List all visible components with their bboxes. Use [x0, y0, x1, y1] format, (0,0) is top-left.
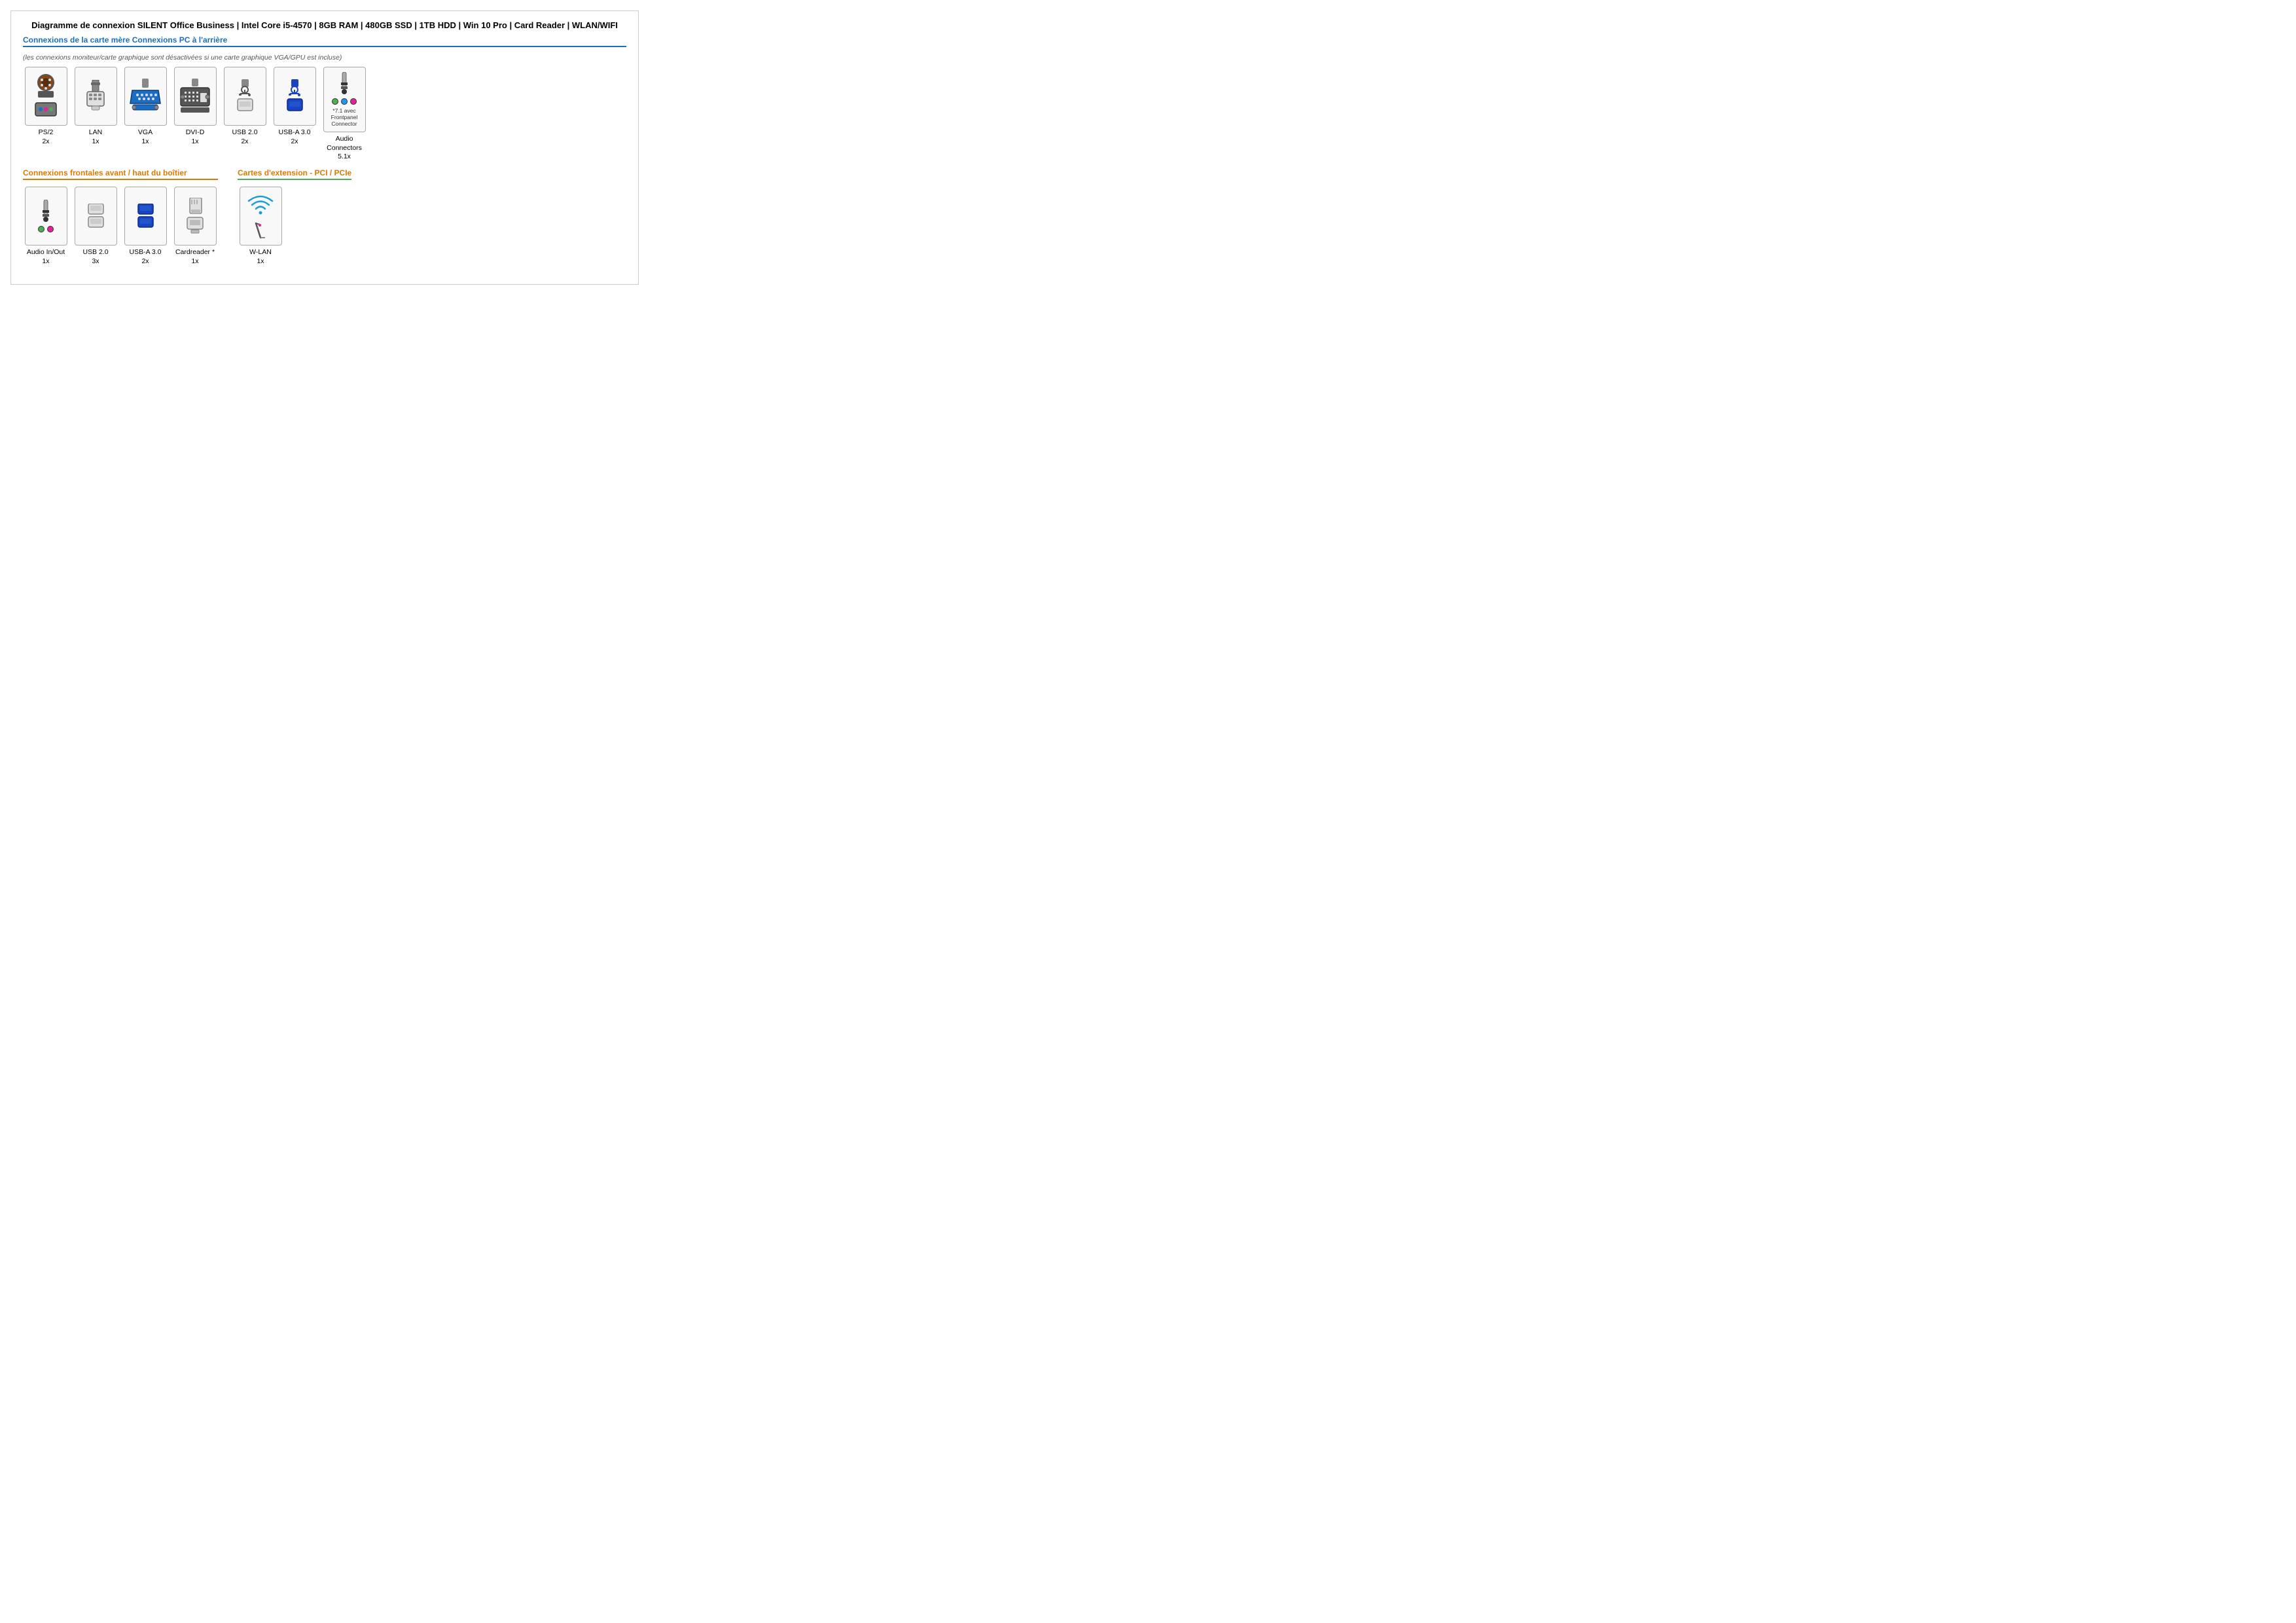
audio-front-dot-green [38, 226, 45, 232]
connector-usba3-front: USB-A 3.02x [122, 187, 168, 266]
connector-usba3-label: USB-A 3.02x [278, 128, 310, 146]
audio-dot-pink [350, 98, 357, 105]
connector-audio-label: AudioConnectors5.1x [327, 135, 362, 162]
connector-audio: *7.1 avecFrontpanelConnector AudioConnec… [321, 67, 367, 162]
section2-divider [23, 179, 218, 180]
ps2-bottom-icon [33, 101, 59, 119]
connector-usba3: USB-A 3.02x [272, 67, 317, 162]
connector-ps2: PS/2 2x [23, 67, 69, 162]
connector-audio-front-label: Audio In/Out1x [27, 248, 65, 266]
connector-lan-label: LAN1x [89, 128, 102, 146]
connector-vga-label: VGA1x [138, 128, 152, 146]
connector-lan-box [75, 67, 117, 126]
pci-section: Cartes d'extension - PCI / PCIe [238, 168, 351, 271]
front-connectors-row: Audio In/Out1x USB 2.03x [23, 187, 218, 266]
page-container: Diagramme de connexion SILENT Office Bus… [10, 10, 639, 285]
dvid-icon [179, 79, 211, 115]
audio-jack-icon [338, 72, 350, 96]
back-connectors-row: PS/2 2x [23, 67, 626, 162]
connector-audio-front: Audio In/Out1x [23, 187, 69, 266]
connector-cardreader-label: Cardreader *1x [175, 248, 215, 266]
section2-title: Connexions frontales avant / haut du boî… [23, 168, 218, 177]
connector-usba3-front-label: USB-A 3.02x [129, 248, 161, 266]
connector-usba3-front-box [124, 187, 167, 246]
audio-front-dot-pink [47, 226, 54, 232]
connector-usba3-box [274, 67, 316, 126]
connector-ps2-box [25, 67, 67, 126]
usb2-front-icon [84, 204, 107, 228]
connector-wlan: W-LAN1x [238, 187, 283, 266]
connector-wlan-box [240, 187, 282, 246]
connector-dvid-box [174, 67, 217, 126]
connector-usb2-front: USB 2.03x [73, 187, 118, 266]
connector-audio-box: *7.1 avecFrontpanelConnector [323, 67, 366, 132]
section1-title-part1: Connexions de la carte mère [23, 35, 130, 45]
section1-divider [23, 46, 626, 47]
usba3-front-icon [134, 204, 157, 228]
cardreader-icon [183, 198, 207, 234]
audio-dot-green [332, 98, 338, 105]
lan-icon [82, 80, 109, 113]
connector-usb2-front-label: USB 2.03x [82, 248, 108, 266]
bottom-sections: Connexions frontales avant / haut du boî… [23, 168, 626, 271]
connector-wlan-label: W-LAN1x [249, 248, 272, 266]
pci-connectors-row: W-LAN1x [238, 187, 351, 266]
audio-front-dots [38, 226, 54, 232]
audio-dots [332, 98, 357, 105]
connector-audio-front-box [25, 187, 67, 246]
section3-title: Cartes d'extension - PCI / PCIe [238, 168, 351, 177]
ps2-top-icon [33, 74, 59, 99]
audio-dot-blue [341, 98, 348, 105]
front-connectors-section: Connexions frontales avant / haut du boî… [23, 168, 218, 271]
connector-dvid: DVI-D1x [172, 67, 218, 162]
wlan-antenna-icon [251, 219, 270, 239]
connector-usb2-front-box [75, 187, 117, 246]
connector-vga: VGA1x [122, 67, 168, 162]
audio-front-jack-icon [40, 200, 52, 223]
audio-note: *7.1 avecFrontpanelConnector [331, 107, 358, 128]
connector-dvid-label: DVI-D1x [186, 128, 205, 146]
usb2-icon [234, 79, 257, 113]
section3-divider [238, 179, 351, 180]
connector-lan: LAN1x [73, 67, 118, 162]
connector-vga-box [124, 67, 167, 126]
usba3-icon [283, 79, 306, 113]
connector-cardreader-box [174, 187, 217, 246]
wlan-wifi-icon [247, 193, 274, 217]
vga-icon [129, 79, 162, 115]
section1-subtitle: (les connexions moniteur/carte graphique… [23, 54, 626, 62]
connector-usb2-box [224, 67, 266, 126]
connector-cardreader: Cardreader *1x [172, 187, 218, 266]
connector-usb2: USB 2.02x [222, 67, 268, 162]
back-connectors-section: Connexions de la carte mère Connexions P… [23, 35, 626, 162]
page-title: Diagramme de connexion SILENT Office Bus… [23, 20, 626, 30]
connector-usb2-label: USB 2.02x [232, 128, 257, 146]
connector-ps2-label: PS/2 2x [39, 128, 54, 146]
section1-title-part2: Connexions PC à l'arrière [130, 35, 227, 45]
